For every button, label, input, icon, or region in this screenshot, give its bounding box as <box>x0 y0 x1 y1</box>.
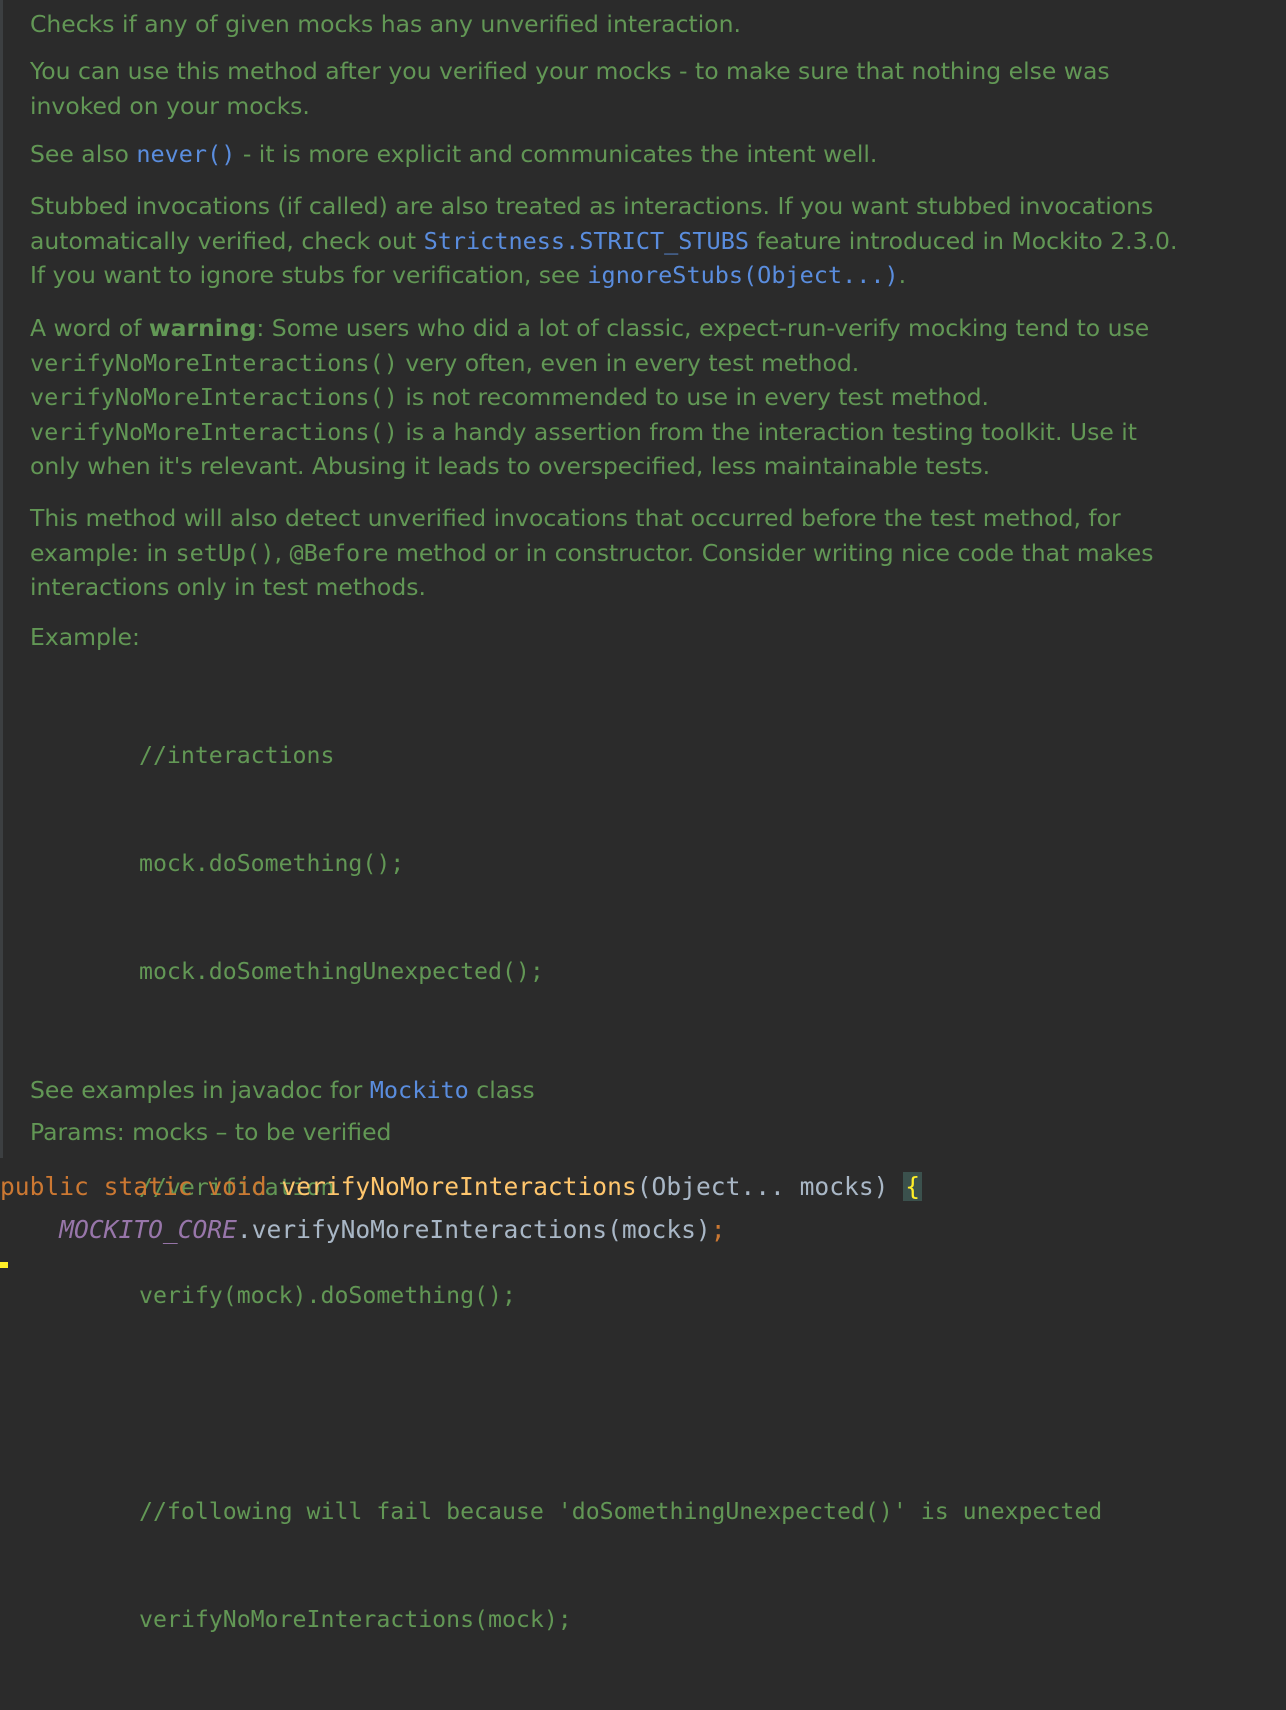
example-label: Example: <box>30 620 1280 655</box>
doc-paragraph-see-also: See also never() - it is more explicit a… <box>30 137 1280 172</box>
doc-paragraph-detect: This method will also detect unverified … <box>30 501 1280 605</box>
doc-params: Params: mocks – to be verified <box>30 1115 1280 1150</box>
keyword-static: static <box>103 1172 193 1201</box>
stubbed-line-1: Stubbed invocations (if called) are also… <box>30 192 1154 220</box>
ignore-stubs-link[interactable]: ignoreStubs(Object...) <box>587 261 898 289</box>
warning-line-1-prefix: A word of <box>30 314 149 342</box>
detect-line-2-prefix: example: in <box>30 538 176 567</box>
code-line-8: //following will fail because 'doSomethi… <box>139 1498 1103 1525</box>
doc-usage-line-1: You can use this method after you verifi… <box>30 57 1110 85</box>
doc-paragraph-see-examples: See examples in javadoc for Mockito clas… <box>30 1073 1280 1108</box>
closing-brace-marker <box>0 1262 8 1268</box>
keyword-public: public <box>0 1172 89 1201</box>
method-name[interactable]: verifyNoMoreInteractions <box>281 1172 636 1201</box>
open-brace-highlight: { <box>903 1172 923 1201</box>
warning-line-3-code: verifyNoMoreInteractions() <box>30 383 398 411</box>
stubbed-line-2-prefix: automatically verified, check out <box>30 226 424 255</box>
see-also-prefix: See also <box>30 140 137 168</box>
body-call: .verifyNoMoreInteractions(mocks) <box>236 1215 711 1244</box>
code-line-3: mock.doSomethingUnexpected(); <box>139 958 544 985</box>
warning-line-5: only when it's relevant. Abusing it lead… <box>30 452 991 480</box>
stubbed-line-3-prefix: If you want to ignore stubs for verifica… <box>30 261 588 289</box>
warning-bold: warning <box>148 314 257 342</box>
doc-paragraph-summary: Checks if any of given mocks has any unv… <box>30 7 1280 42</box>
warning-line-1-suffix: : Some users who did a lot of classic, e… <box>256 314 1150 342</box>
strict-stubs-link[interactable]: Strictness.STRICT_STUBS <box>424 227 749 255</box>
params-text: Params: mocks – to be verified <box>30 1118 392 1146</box>
warning-line-3-text: is not recommended to use in every test … <box>397 383 990 411</box>
mockito-core-constant[interactable]: MOCKITO_CORE <box>59 1215 237 1244</box>
code-line-2: mock.doSomething(); <box>139 850 405 877</box>
code-line-6: verify(mock).doSomething(); <box>139 1282 516 1309</box>
never-link[interactable]: never() <box>136 140 235 168</box>
doc-paragraph-usage: You can use this method after you verifi… <box>30 54 1280 123</box>
keyword-void: void <box>207 1172 267 1201</box>
javadoc-panel: Checks if any of given mocks has any unv… <box>0 0 1286 1633</box>
body-semicolon: ; <box>710 1215 726 1244</box>
detect-line-2-mid: , <box>274 538 290 567</box>
body-indent <box>0 1215 59 1244</box>
stubbed-line-3-suffix: . <box>898 261 907 289</box>
detect-line-1: This method will also detect unverified … <box>30 504 1121 532</box>
detect-line-2-suffix: method or in constructor. Consider writi… <box>388 538 1154 567</box>
doc-paragraph-stubbed: Stubbed invocations (if called) are also… <box>30 189 1280 293</box>
mockito-class-link[interactable]: Mockito <box>370 1076 469 1104</box>
method-params: (Object... mocks) <box>636 1172 904 1201</box>
setup-code: setUp() <box>175 538 275 567</box>
code-line-9: verifyNoMoreInteractions(mock); <box>139 1606 572 1633</box>
see-also-suffix: - it is more explicit and communicates t… <box>235 140 878 168</box>
see-examples-prefix: See examples in javadoc for <box>30 1076 370 1104</box>
warning-line-4-code: verifyNoMoreInteractions() <box>30 417 398 446</box>
doc-summary-text: Checks if any of given mocks has any unv… <box>30 10 741 38</box>
warning-line-4-text: is a handy assertion from the interactio… <box>397 417 1138 446</box>
doc-usage-line-2: invoked on your mocks. <box>30 91 310 120</box>
detect-line-3: interactions only in test methods. <box>30 573 426 601</box>
warning-line-2-text: very often, even in every test method. <box>397 348 860 377</box>
before-annotation-code: @Before <box>289 538 389 567</box>
example-label-text: Example: <box>30 623 140 651</box>
see-examples-suffix: class <box>468 1076 535 1104</box>
warning-line-2-code: verifyNoMoreInteractions() <box>30 348 398 377</box>
stubbed-line-2-suffix: feature introduced in Mockito 2.3.0. <box>749 226 1178 255</box>
source-line-body[interactable]: MOCKITO_CORE.verifyNoMoreInteractions(mo… <box>0 1212 726 1248</box>
doc-paragraph-warning: A word of warning: Some users who did a … <box>30 311 1280 484</box>
code-line-1: //interactions <box>139 742 335 769</box>
source-line-signature[interactable]: public static void verifyNoMoreInteracti… <box>0 1169 923 1205</box>
